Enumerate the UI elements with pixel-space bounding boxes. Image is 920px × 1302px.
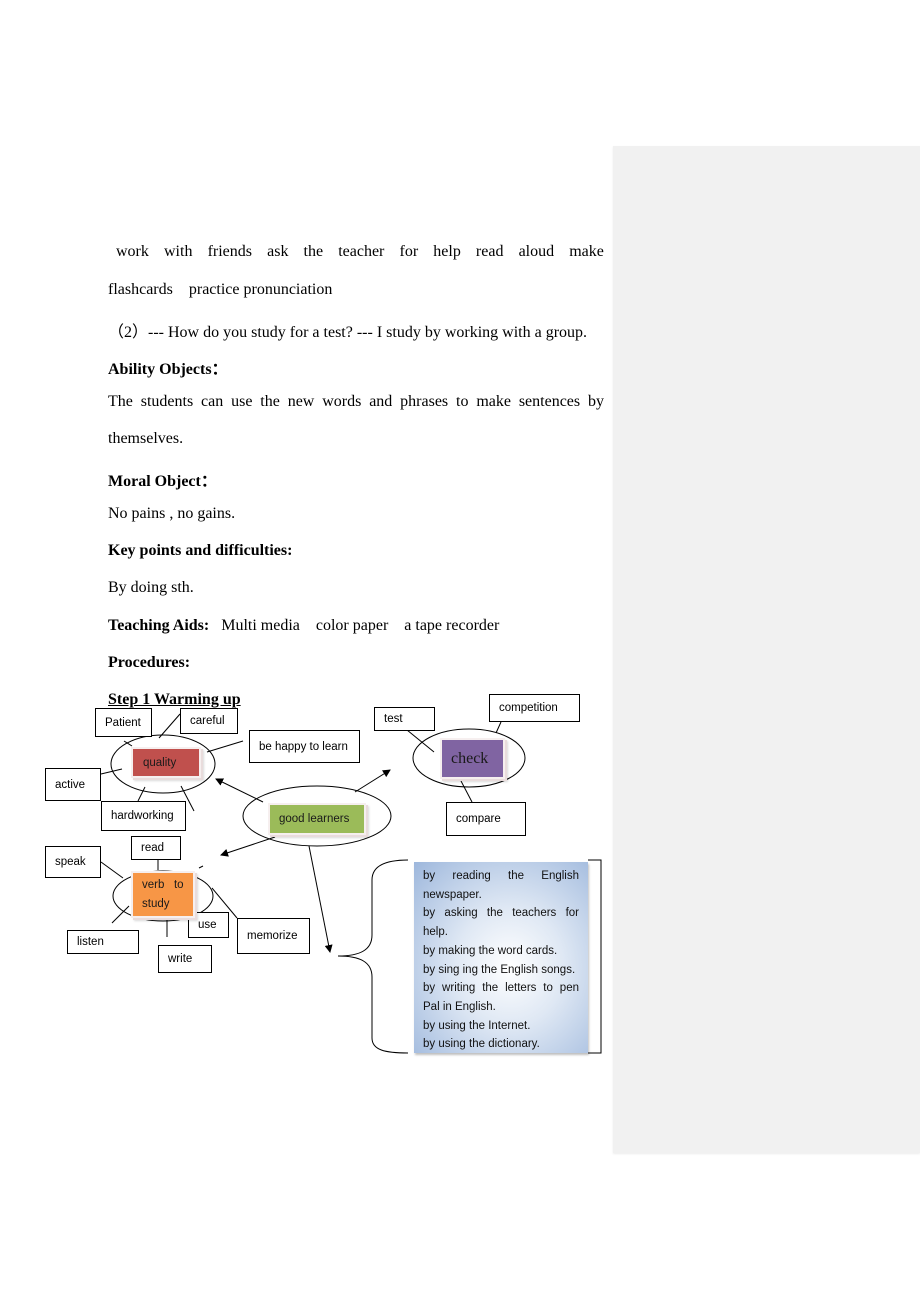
vocabulary-line-2: flashcards practice pronunciation [108,281,333,298]
arrow-to-verb [220,836,276,857]
verb-satellite-write: write [158,945,212,973]
check-satellite-competition: competition [489,694,580,722]
word: friends [207,243,252,260]
method-item: by writing the letters to pen Pal in Eng… [423,982,579,1013]
ability-objects-line-1: The students can use the new words and p… [108,393,604,411]
check-satellite-compare: compare [446,802,526,836]
check-satellite-test: test [374,707,435,731]
connector [206,740,244,753]
word: sentences [518,393,581,410]
verb-node-line1: verb to [142,878,184,891]
curly-brace [337,859,409,1054]
teaching-aids-text: Multi media color paper a tape recorder [209,617,500,634]
word: by [588,393,604,410]
word: and [369,393,393,410]
method-item: by reading the English newspaper. [423,870,579,901]
connector [123,740,133,747]
word: phrases [400,393,449,410]
comment-pane [613,146,920,1153]
ability-objects-heading: Ability Objects： [108,361,228,378]
connector [111,905,130,924]
method-item: by sing ing the English songs. [423,963,576,976]
connector [137,786,146,802]
word: for [399,243,419,260]
word: aloud [518,243,555,260]
connector [100,768,123,775]
word: teacher [338,243,385,260]
moral-object-heading: Moral Object： [108,473,217,490]
verb-node-line2: study [142,897,170,910]
quality-satellite-be-happy: be happy to learn [249,730,360,763]
connector [495,721,502,734]
word: with [164,243,193,260]
verb-satellite-read: read [131,836,181,860]
word: make [476,393,511,410]
verb-to-study-node: verb to study [131,871,195,918]
study-methods-box: by reading the English newspaper. by ask… [414,862,588,1053]
word: to [456,393,469,410]
word: help [433,243,461,260]
connector [460,780,473,803]
arrow-to-quality [215,778,264,803]
connector [158,713,181,739]
arrow-to-methods [308,845,333,953]
word: use [231,393,253,410]
check-node: check [440,738,505,779]
quality-satellite-patient: Patient [95,708,152,737]
vocabulary-line-1: work with friends ask the teacher for he… [108,243,604,261]
verb-satellite-memorize: memorize [237,918,310,954]
ability-objects-line-2: themselves. [108,430,184,447]
connector [406,729,435,753]
sentence-pattern: （2）--- How do you study for a test? --- … [108,324,588,341]
word: new [287,393,315,410]
quality-satellite-hardworking: hardworking [101,801,186,831]
method-item: by using the Internet. [423,1019,531,1032]
procedures-heading: Procedures: [108,654,191,671]
word: read [475,243,504,260]
word: the [260,393,280,410]
moral-object-text: No pains , no gains. [108,505,236,522]
word: words [322,393,362,410]
good-learners-node: good learners [268,803,366,835]
quality-satellite-active: active [45,768,101,801]
word: The [108,393,133,410]
method-item: by using the dictionary. [423,1038,540,1051]
key-points-text: By doing sth. [108,579,194,596]
word: the [303,243,324,260]
word: make [569,243,604,260]
right-bracket [588,859,602,1054]
method-item: by making the word cards. [423,944,558,957]
teaching-aids-heading: Teaching Aids: [108,617,210,634]
verb-satellite-speak: speak [45,846,101,878]
verb-satellite-listen: listen [67,930,139,954]
word: can [201,393,224,410]
quality-satellite-careful: careful [180,708,238,734]
key-points-heading: Key points and difficulties: [108,542,293,559]
connector [100,861,124,879]
teaching-aids-line: Teaching Aids: Multi media color paper a… [108,617,604,635]
connector [198,865,204,869]
quality-node: quality [131,747,201,778]
arrow-to-check [354,769,391,793]
word: work [116,243,149,260]
method-item: by asking the teachers for help. [423,907,579,939]
word: students [140,393,194,410]
word: ask [267,243,289,260]
